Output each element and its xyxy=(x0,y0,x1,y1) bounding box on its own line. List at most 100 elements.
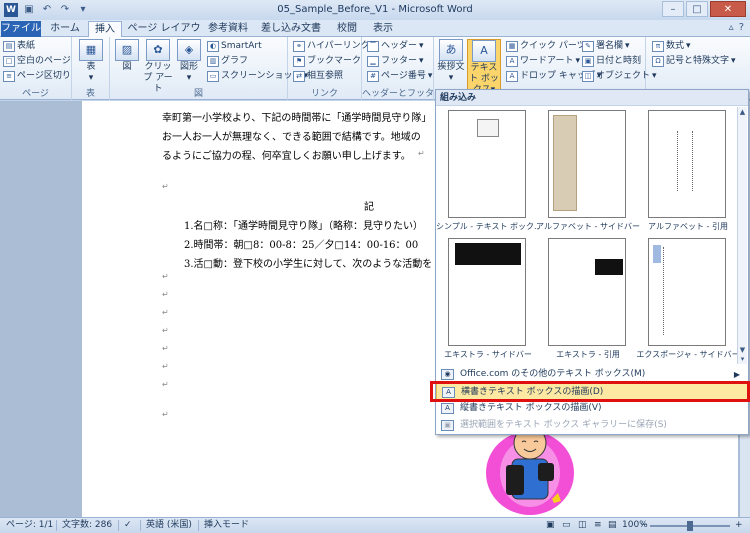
tab-mailings[interactable]: 差し込み文書 xyxy=(256,21,326,37)
view-outline-icon[interactable]: ≡ xyxy=(594,518,602,533)
group-pages-label: ページ xyxy=(22,89,49,99)
datetime-button[interactable]: ▣ 日付と時刻 xyxy=(582,54,641,68)
textbox-button[interactable]: Aテキスト ボックス▾ xyxy=(467,39,501,95)
header-button[interactable]: ▔ ヘッダー ▾ xyxy=(367,39,424,53)
table-icon: ▦ xyxy=(79,39,103,61)
wordart-icon: A xyxy=(506,55,518,67)
tab-view[interactable]: 表示 xyxy=(368,21,398,37)
status-page[interactable]: ページ: 1/1 xyxy=(6,518,53,533)
quick-parts-button[interactable]: ▦クイック パーツ▾ xyxy=(506,39,592,53)
object-icon: ◫ xyxy=(582,70,594,82)
zoom-in-icon[interactable]: + xyxy=(735,518,743,533)
table-button[interactable]: ▦ 表 ▾ xyxy=(77,39,105,84)
footer-button[interactable]: ▁ フッター ▾ xyxy=(367,54,424,68)
equation-button[interactable]: π 数式 ▾ xyxy=(652,39,691,53)
textbox-icon: A xyxy=(472,40,496,62)
tab-insert[interactable]: 挿入 xyxy=(88,21,122,38)
status-insert-mode[interactable]: 挿入モード xyxy=(204,518,249,533)
doc-line-item-2[interactable]: 2.時間帯：朝□8：00-8：25／夕□14：00-16：00 xyxy=(184,236,418,251)
tab-home[interactable]: ホーム xyxy=(44,21,86,37)
thumbnail-page xyxy=(648,238,726,346)
menu-draw-vertical-textbox[interactable]: A 縦書きテキスト ボックスの描画(V) xyxy=(436,400,748,417)
thumbnail-page xyxy=(448,238,526,346)
group-table: ▦ 表 ▾ 表 xyxy=(72,37,110,100)
proofing-icon[interactable]: ✓ xyxy=(124,518,132,533)
smartart-button[interactable]: ◐ SmartArt xyxy=(207,39,262,53)
ribbon-tabs: ファイル ホーム 挿入 ページ レイアウト 参考資料 差し込み文書 校閲 表示 … xyxy=(0,20,750,50)
scroll-up-icon[interactable]: ▲ xyxy=(738,107,747,117)
page-number-icon: # xyxy=(367,70,379,82)
greeting-button[interactable]: あ挨拶文 ▾ xyxy=(436,39,466,84)
shapes-icon: ◈ xyxy=(177,39,201,61)
picture-icon: ▨ xyxy=(115,39,139,61)
vertical-textbox-icon: A xyxy=(441,403,454,414)
shapes-button[interactable]: ◈ 図形 ▾ xyxy=(175,39,203,84)
signature-button[interactable]: ✎ 署名欄 ▾ xyxy=(582,39,630,53)
paragraph-mark: ↵ xyxy=(162,410,169,419)
view-full-screen-icon[interactable]: ▭ xyxy=(562,518,571,533)
highlight-annotation-box xyxy=(430,381,750,402)
thumbnail-page xyxy=(548,110,626,218)
tab-file[interactable]: ファイル xyxy=(1,21,41,37)
blank-page-icon: □ xyxy=(3,55,15,67)
paragraph-mark: ↵ xyxy=(162,308,169,317)
symbol-button[interactable]: Ω 記号と特殊文字 ▾ xyxy=(652,54,736,68)
minimize-button[interactable]: – xyxy=(662,1,684,17)
zoom-slider[interactable] xyxy=(650,521,730,531)
view-print-layout-icon[interactable]: ▣ xyxy=(546,518,555,533)
gallery-thumb-extra-sidebar[interactable]: エキストラ - サイドバー xyxy=(442,238,534,364)
gallery-header-builtin: 組み込み xyxy=(436,90,748,106)
status-language[interactable]: 英語 (米国) xyxy=(146,518,192,533)
status-word-count[interactable]: 文字数: 286 xyxy=(62,518,112,533)
doc-line-1[interactable]: 幸町第一小学校より、下記の時間帯に「通学時間見守り隊」 xyxy=(162,109,431,124)
maximize-button[interactable]: □ xyxy=(686,1,708,17)
tab-review[interactable]: 校閲 xyxy=(332,21,362,37)
view-web-layout-icon[interactable]: ◫ xyxy=(578,518,587,533)
cover-page-button[interactable]: ▤ 表紙 xyxy=(3,39,35,53)
close-button[interactable]: ✕ xyxy=(710,1,746,17)
view-draft-icon[interactable]: ▤ xyxy=(608,518,617,533)
cover-page-icon: ▤ xyxy=(3,40,15,52)
group-table-label: 表 xyxy=(85,89,95,99)
chart-button[interactable]: ▥ グラフ xyxy=(207,54,248,68)
gallery-expand-icon[interactable]: ▾ xyxy=(738,354,747,364)
page-number-button[interactable]: # ページ番号 ▾ xyxy=(367,69,432,83)
paragraph-mark: ↵ xyxy=(162,344,169,353)
group-pages: ▤ 表紙 □ 空白のページ ≡ ページ区切り ページ xyxy=(0,37,72,100)
tab-page-layout[interactable]: ページ レイアウト xyxy=(126,21,202,50)
gallery-thumb-simple[interactable]: シンプル - テキスト ボック... xyxy=(436,110,540,236)
paragraph-mark: ↵ xyxy=(162,326,169,335)
doc-line-item-3[interactable]: 3.活□動：登下校の小学生に対して、次のような活動を xyxy=(184,255,432,270)
zoom-out-icon[interactable]: − xyxy=(640,518,648,533)
doc-line-3[interactable]: るようにご協力の程、何卒宜しくお願い申し上げます。 xyxy=(162,147,411,162)
doc-line-2[interactable]: お一人お一人が無理なく、できる範囲で結構です。地域の xyxy=(162,128,421,143)
bookmark-button[interactable]: ⚑ ブックマーク xyxy=(293,54,361,68)
pi-icon: π xyxy=(652,40,664,52)
gallery-scrollbar[interactable]: ▲ ▼ ▾ xyxy=(737,107,747,364)
gallery-thumb-exposure-sidebar[interactable]: エクスポージャ - サイドバー xyxy=(636,238,740,364)
gallery-thumb-extra-quote[interactable]: エキストラ - 引用 xyxy=(542,238,634,364)
paragraph-mark: ↵ xyxy=(162,290,169,299)
screenshot-icon: ▭ xyxy=(207,70,219,82)
gallery-thumb-alphabet-quote[interactable]: アルファベット - 引用 xyxy=(642,110,734,236)
omega-icon: Ω xyxy=(652,55,664,67)
minimize-ribbon-icon[interactable]: ▵ xyxy=(729,22,734,33)
tab-references[interactable]: 参考資料 xyxy=(206,21,250,37)
hyperlink-button[interactable]: ⚭ ハイパーリンク xyxy=(293,39,370,53)
paragraph-mark: ↵ xyxy=(162,380,169,389)
picture-button[interactable]: ▨ 図 xyxy=(113,39,141,73)
gallery-thumb-alphabet-sidebar[interactable]: アルファベット - サイドバー xyxy=(536,110,640,236)
thumbnail-page xyxy=(548,238,626,346)
greeting-icon: あ xyxy=(439,39,463,61)
blank-page-button[interactable]: □ 空白のページ xyxy=(3,54,71,68)
wordart-button[interactable]: A ワードアート ▾ xyxy=(506,54,580,68)
doc-heading-ki[interactable]: 記 xyxy=(364,198,374,213)
group-illustrations-label: 図 xyxy=(193,89,203,99)
page-break-button[interactable]: ≡ ページ区切り xyxy=(3,69,71,83)
crossref-button[interactable]: ⇄ 相互参照 xyxy=(293,69,343,83)
clipart-icon: ✿ xyxy=(146,39,170,61)
paragraph-mark: ↵ xyxy=(162,272,169,281)
doc-line-item-1[interactable]: 1.名□称：「通学時間見守り隊」（略称：見守りたい） xyxy=(184,217,423,232)
zoom-slider-knob[interactable] xyxy=(687,521,693,531)
help-icon[interactable]: ? xyxy=(739,22,744,33)
